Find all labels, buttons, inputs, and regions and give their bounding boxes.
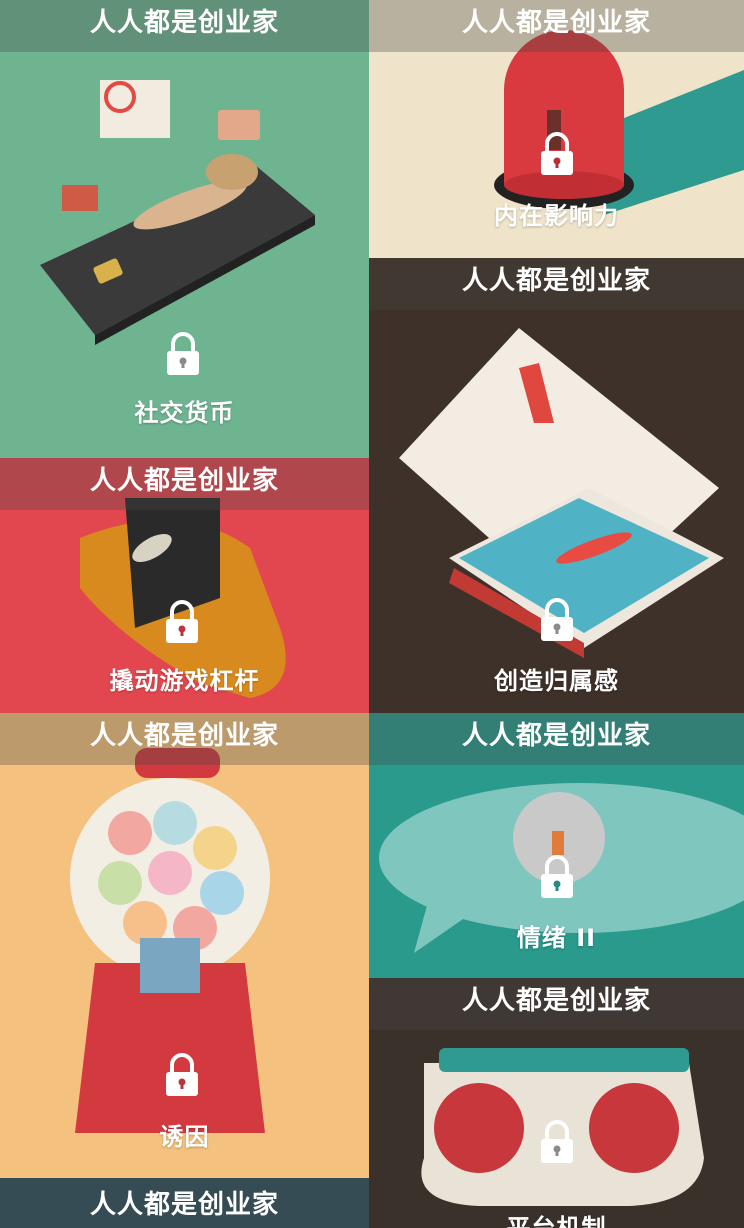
banner-label: 人人都是创业家: [369, 258, 744, 310]
card-illustration: [369, 258, 744, 713]
card-belonging[interactable]: 人人都是创业家 创造归属感: [369, 258, 744, 713]
banner-label: 人人都是创业家: [0, 1178, 369, 1228]
card-title: 情绪 II: [516, 924, 597, 952]
card-title: 撬动游戏杠杆: [109, 667, 260, 695]
banner-label: 人人都是创业家: [369, 0, 744, 52]
lock-icon: [166, 600, 198, 643]
card-title: 平台机制: [506, 1214, 607, 1228]
lock-icon: [541, 598, 573, 641]
card-title: 诱因: [159, 1123, 210, 1151]
lock-icon: [541, 855, 573, 898]
card-trigger[interactable]: 人人都是创业家 诱因: [0, 713, 369, 1178]
card-title: 社交货币: [134, 399, 235, 427]
card-emotion-2[interactable]: 人人都是创业家 情绪 II: [369, 713, 744, 978]
card-title: 创造归属感: [494, 667, 619, 695]
card-social-currency[interactable]: 人人都是创业家 社交货币: [0, 0, 369, 458]
lock-icon: [541, 1120, 573, 1163]
card-inner-influence[interactable]: 人人都是创业家 内在影响力: [369, 0, 744, 258]
card-title: 内在影响力: [494, 202, 619, 230]
banner-label: 人人都是创业家: [369, 713, 744, 765]
card-illustration: [0, 0, 369, 458]
banner-label: 人人都是创业家: [369, 978, 744, 1030]
banner-label: 人人都是创业家: [0, 713, 369, 765]
card-game-leverage[interactable]: 人人都是创业家 撬动游戏杠杆: [0, 458, 369, 713]
card-partial[interactable]: 人人都是创业家: [0, 1178, 369, 1228]
lock-icon: [167, 332, 199, 375]
banner-label: 人人都是创业家: [0, 458, 369, 510]
lock-icon: [541, 132, 573, 175]
banner-label: 人人都是创业家: [0, 0, 369, 52]
card-illustration: [0, 713, 369, 1178]
card-platform-mechanism[interactable]: 人人都是创业家 平台机制: [369, 978, 744, 1228]
lock-icon: [166, 1053, 198, 1096]
